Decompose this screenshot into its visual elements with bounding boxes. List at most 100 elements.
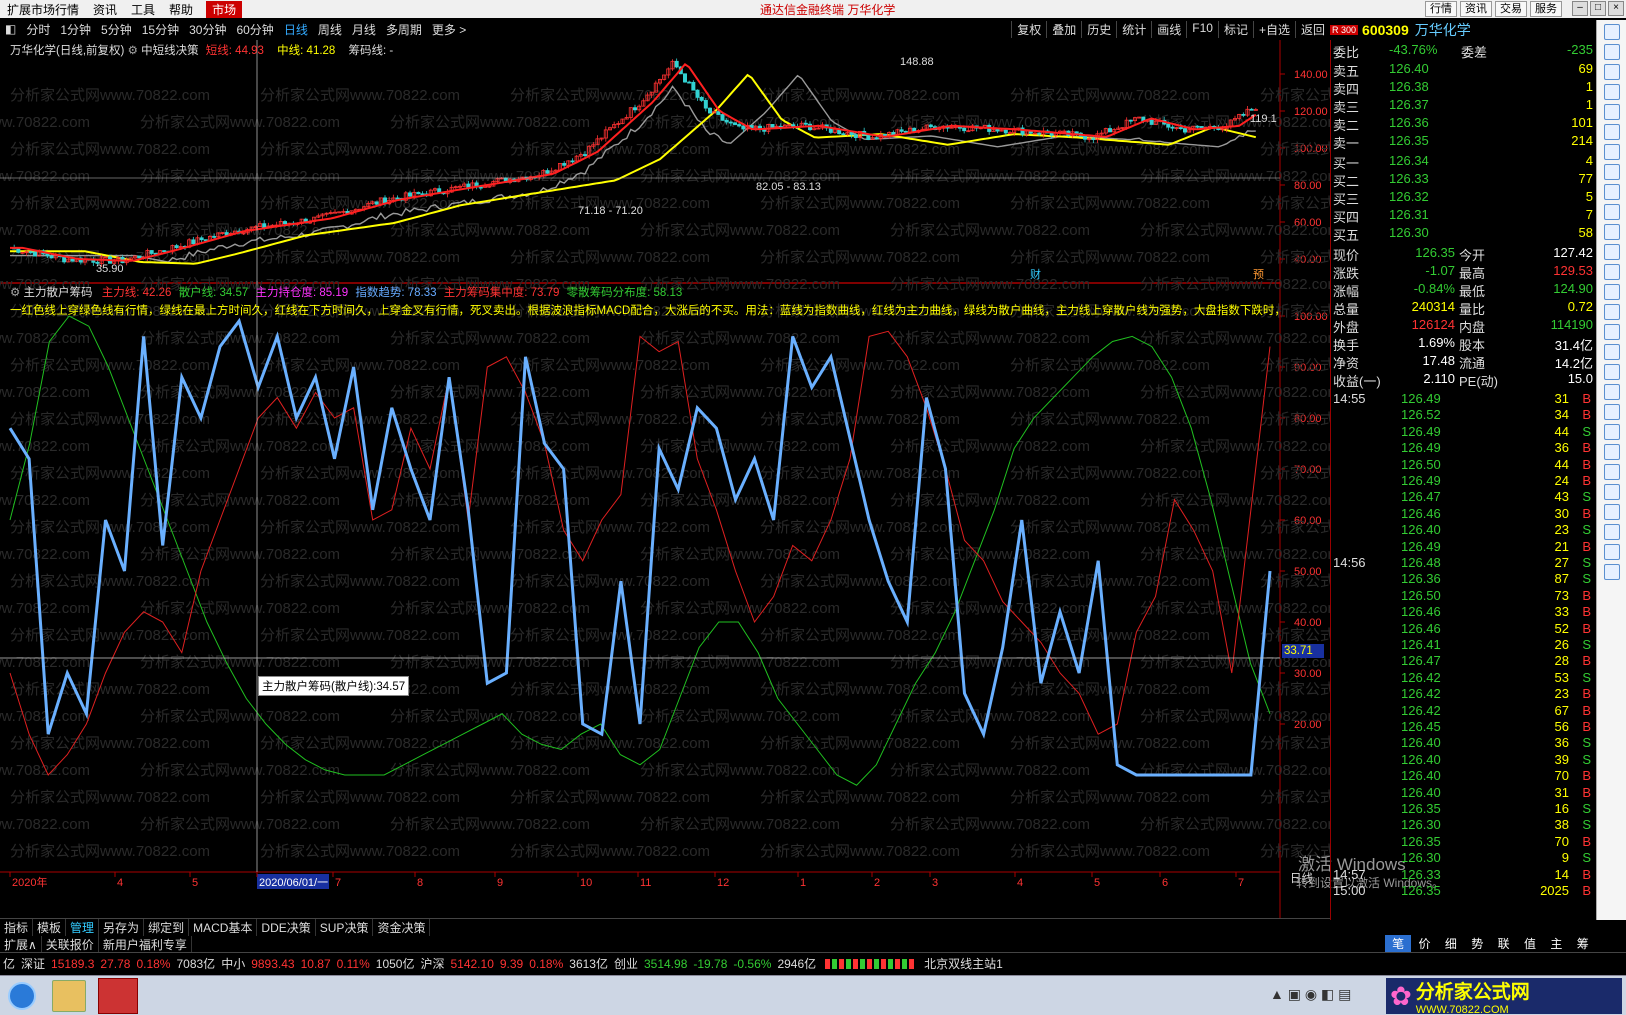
tool-history[interactable]: 历史 [1081, 20, 1116, 38]
tool-overlay[interactable]: 叠加 [1046, 20, 1081, 38]
tab-dde[interactable]: DDE决策 [257, 919, 316, 936]
tool-icon[interactable] [1603, 384, 1620, 400]
quote-tab-1[interactable]: 价 [1411, 935, 1437, 952]
tab-sup[interactable]: SUP决策 [316, 919, 374, 936]
period-1m[interactable]: 1分钟 [55, 21, 96, 38]
tool-stats[interactable]: 统计 [1116, 20, 1151, 38]
watermark-text: 分析家公式网www.70822.com [140, 168, 340, 185]
tool-icon[interactable] [1603, 224, 1620, 240]
minimize-icon[interactable]: – [1572, 1, 1588, 16]
tool-icon[interactable] [1603, 264, 1620, 280]
gear-icon[interactable]: ⚙ [128, 45, 138, 57]
tool-icon[interactable] [1603, 564, 1620, 580]
tool-mark[interactable]: 标记 [1217, 20, 1253, 38]
quote-button[interactable]: 行情 [1425, 1, 1457, 17]
candle-body [683, 73, 688, 83]
close-icon[interactable]: × [1608, 1, 1624, 16]
tool-f10[interactable]: F10 [1186, 20, 1218, 38]
tool-icon[interactable] [1603, 424, 1620, 440]
tool-icon[interactable] [1603, 44, 1620, 60]
tab-welfare[interactable]: 新用户福利专享 [99, 936, 192, 953]
period-15m[interactable]: 15分钟 [137, 21, 184, 38]
tool-icon[interactable] [1603, 504, 1620, 520]
news-button[interactable]: 资讯 [1460, 1, 1492, 17]
tick-volume: 28 [1554, 653, 1569, 669]
quote-tab-7[interactable]: 筹 [1570, 935, 1596, 952]
candle-body [478, 186, 483, 189]
tick-volume: 70 [1554, 768, 1569, 784]
tool-icon[interactable] [1603, 184, 1620, 200]
tick-volume: 70 [1554, 833, 1569, 849]
tool-icon[interactable] [1603, 344, 1620, 360]
trade-button[interactable]: 交易 [1495, 1, 1527, 17]
tool-icon[interactable] [1603, 104, 1620, 120]
quote-tab-5[interactable]: 值 [1517, 935, 1543, 952]
ie-icon[interactable] [8, 982, 36, 1010]
chart-area[interactable]: 140.00 120.00 100.00 80.00 60.00 40.00 100.00 9… [0, 40, 1444, 920]
maximize-icon[interactable]: □ [1590, 1, 1606, 16]
quote-tab-4[interactable]: 联 [1491, 935, 1517, 952]
service-button[interactable]: 服务 [1530, 1, 1562, 17]
tool-icon[interactable] [1603, 524, 1620, 540]
gear-icon[interactable]: ⚙ [10, 287, 20, 299]
quote-tab-6[interactable]: 主 [1543, 935, 1569, 952]
tab-expand[interactable]: 扩展∧ [0, 936, 42, 953]
tool-icon[interactable] [1603, 84, 1620, 100]
tool-icon[interactable] [1603, 364, 1620, 380]
tool-fuquan[interactable]: 复权 [1011, 20, 1046, 38]
tool-icon[interactable] [1603, 284, 1620, 300]
tool-icon[interactable] [1603, 404, 1620, 420]
tool-icon[interactable] [1603, 304, 1620, 320]
period-more[interactable]: 更多 > [427, 21, 471, 38]
tdx-app-icon[interactable] [98, 978, 138, 1014]
tool-icon[interactable] [1603, 244, 1620, 260]
watermark-text: 分析家公式网www.70822.com [760, 249, 960, 266]
quote-tab-3[interactable]: 势 [1464, 935, 1490, 952]
tool-icon[interactable] [1603, 544, 1620, 560]
tool-icon[interactable] [1603, 124, 1620, 140]
menu-tools[interactable]: 工具 [124, 1, 162, 18]
tab-related[interactable]: 关联报价 [42, 936, 99, 953]
quote-tab-0[interactable]: 笔 [1385, 935, 1412, 952]
tool-icon[interactable] [1603, 164, 1620, 180]
period-month[interactable]: 月线 [347, 21, 381, 38]
tool-icon[interactable] [1603, 204, 1620, 220]
period-30m[interactable]: 30分钟 [184, 21, 231, 38]
sub-title[interactable]: 主力散户筹码 [24, 287, 93, 299]
tool-icon[interactable] [1603, 444, 1620, 460]
period-week[interactable]: 周线 [313, 21, 347, 38]
tool-icon[interactable] [1603, 324, 1620, 340]
main-indicator[interactable]: 中短线决策 [141, 45, 199, 57]
period-5m[interactable]: 5分钟 [96, 21, 137, 38]
tab-bind[interactable]: 绑定到 [144, 919, 190, 936]
tool-watchlist[interactable]: +自选 [1252, 20, 1295, 38]
tool-icon[interactable] [1603, 144, 1620, 160]
menu-news[interactable]: 资讯 [86, 1, 124, 18]
period-day[interactable]: 日线 [279, 21, 313, 38]
watermark-text: 分析家公式网www.70822.com [1140, 330, 1330, 347]
tool-icon[interactable] [1603, 484, 1620, 500]
market-tab[interactable]: 市场 [206, 0, 243, 18]
menu-ext[interactable]: 扩展市场行情 [0, 1, 86, 18]
tab-saveas[interactable]: 另存为 [99, 919, 145, 936]
tick-side: B [1582, 473, 1591, 488]
menu-help[interactable]: 帮助 [162, 1, 200, 18]
sidebar-toggle-icon[interactable]: ◧ [0, 22, 21, 36]
quote-tab-2[interactable]: 细 [1438, 935, 1464, 952]
tab-fund[interactable]: 资金决策 [373, 919, 431, 936]
period-60m[interactable]: 60分钟 [231, 21, 278, 38]
tab-indicator[interactable]: 指标 [0, 919, 34, 936]
tool-icon[interactable] [1603, 24, 1620, 40]
period-multi[interactable]: 多周期 [381, 21, 427, 38]
tab-macd[interactable]: MACD基本 [189, 919, 258, 936]
tool-draw[interactable]: 画线 [1151, 20, 1186, 38]
tool-icon[interactable] [1603, 464, 1620, 480]
folder-icon[interactable] [52, 980, 86, 1012]
chart-canvas[interactable]: 140.00120.00100.0080.0060.0040.00100.009… [0, 40, 1330, 920]
tool-icon[interactable] [1603, 64, 1620, 80]
tool-back[interactable]: 返回 [1294, 20, 1330, 38]
tab-manage[interactable]: 管理 [66, 919, 100, 936]
tab-template[interactable]: 模板 [33, 919, 67, 936]
tray-icons[interactable]: ▲ ▣ ◉ ◧ ▤ [1270, 986, 1380, 1006]
period-fs[interactable]: 分时 [21, 21, 55, 38]
